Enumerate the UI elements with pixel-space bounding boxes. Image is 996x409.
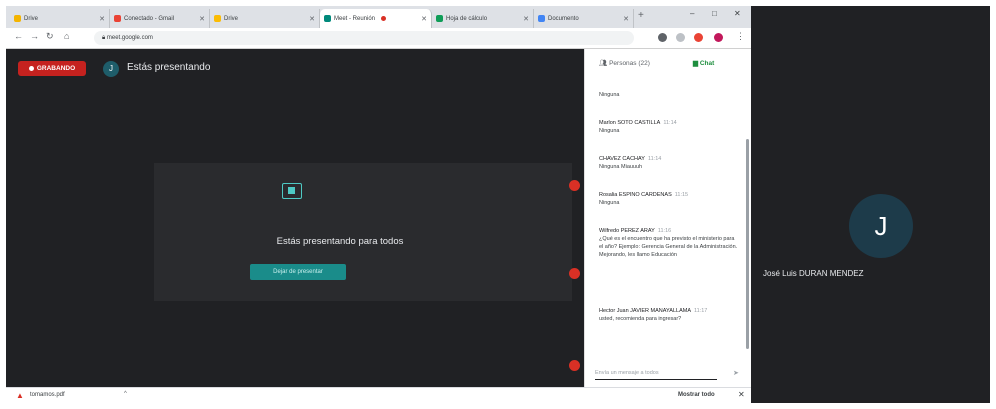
message-time: 11:16 [657,228,672,234]
notification-dot-icon [569,180,580,191]
chat-message: Marlon SOTO CASTILLA 11:14 Ninguna [599,119,739,135]
message-text: ¿Qué es el encuentro que ha previsto el … [599,236,738,258]
toolbar: ← → ↻ ⌂ 🔒︎ meet.google.com ⋮ [6,28,751,49]
message-time: 11:14 [663,120,677,126]
message-text: Ninguna [599,92,620,98]
menu-icon[interactable]: ⋮ [736,31,745,42]
tab-favicon-icon [114,15,121,22]
tab-meet-active[interactable]: Meet - Reunión ✕ [320,9,432,28]
chat-message: Hector Juan JAVIER MANAYALLAMA 11:17 uste… [599,307,739,323]
address-bar[interactable]: 🔒︎ meet.google.com [94,31,634,45]
tab-close-icon[interactable]: ✕ [523,15,529,23]
chat-message: Rosalia ESPINO CARDENAS 11:15 Ninguna [599,191,739,207]
send-icon[interactable]: ➤ [733,369,739,377]
tab-1[interactable]: Drive ✕ [10,9,110,28]
url-text: meet.google.com [106,35,153,41]
presenting-label: Estás presentando [127,62,211,73]
participant-avatar: J [849,194,913,258]
message-time: 11:14 [647,156,662,162]
extension-icon[interactable] [694,33,703,42]
pdf-file-icon: ▲ [16,391,24,400]
minimize-button[interactable]: – [690,9,694,18]
download-bar: ▲ tomamos.pdf ^ Mostrar todo ✕ [6,387,751,403]
tab-favicon-icon [324,15,331,22]
participant-name: José Luis DURAN MENDEZ [763,269,864,278]
tab-label: Hoja de cálculo [446,15,488,22]
tab-favicon-icon [14,15,21,22]
tab-close-icon[interactable]: ✕ [421,15,427,23]
tab-label: Drive [24,15,39,22]
back-icon[interactable]: ← [14,31,23,41]
download-file-name[interactable]: tomamos.pdf [30,392,65,398]
recording-label: GRABANDO [36,65,76,72]
present-screen-icon [282,183,302,199]
tab-strip: Drive ✕ Conectado - Gmail ✕ Drive ✕ Meet… [6,6,751,28]
new-tab-button[interactable]: + [638,10,644,21]
tab-close-icon[interactable]: ✕ [199,15,205,23]
chat-message: Wilfredo PEREZ ARAY 11:16 ¿Qué es el encu… [599,227,739,259]
browser-window: Drive ✕ Conectado - Gmail ✕ Drive ✕ Meet… [6,6,752,403]
lock-icon: 🔒︎ [102,35,106,41]
notification-dot-icon [569,268,580,279]
presenting-message: Estás presentando para todos [276,236,404,247]
tab-label: Conectado - Gmail [124,15,175,22]
screen-frame: Drive ✕ Conectado - Gmail ✕ Drive ✕ Meet… [6,6,990,403]
recording-badge: GRABANDO [18,61,86,76]
chat-icon: ▆ [693,60,698,67]
message-sender: Rosalia ESPINO CARDENAS [599,192,672,198]
tab-5[interactable]: Hoja de cálculo ✕ [432,9,534,28]
presenter-avatar: J [103,61,119,77]
tab-close-icon[interactable]: ✕ [309,15,315,23]
tab-close-icon[interactable]: ✕ [99,15,105,23]
chat-tab-label: Chat [699,60,715,67]
message-text: Ninguna [599,200,620,206]
message-sender: Wilfredo PEREZ ARAY [599,228,655,234]
presentation-stage: Estás presentando para todos Dejar de pr… [154,163,572,301]
message-time: 11:15 [674,192,689,198]
tab-favicon-icon [214,15,221,22]
home-icon[interactable]: ⌂ [64,31,69,41]
message-time: 11:17 [694,308,708,314]
chat-message: Ninguna [599,91,739,99]
reload-icon[interactable]: ↻ [46,31,54,42]
message-text: Ninguna Miauuuh [599,164,643,170]
extension-icon[interactable] [676,33,685,42]
message-text: Ninguna [599,128,620,134]
chat-input[interactable]: Envía un mensaje a todos [595,367,717,380]
tab-chat[interactable]: ▆ Chat [693,59,714,67]
tab-label: Drive [224,15,239,22]
close-download-bar-button[interactable]: ✕ [738,390,745,399]
tab-2[interactable]: Conectado - Gmail ✕ [110,9,210,28]
show-all-button[interactable]: Mostrar todo [678,392,715,398]
tab-close-icon[interactable]: ✕ [623,15,629,23]
people-icon: 👥︎ [599,60,608,67]
people-tab-label: Personas (22) [609,60,650,67]
message-sender: Hector Juan JAVIER MANAYALLAMA [599,308,692,314]
maximize-button[interactable]: □ [712,9,717,18]
message-sender: Marlon SOTO CASTILLA [599,120,661,126]
close-window-button[interactable]: ✕ [734,9,741,18]
chat-panel: 👥︎ Personas (22) ▆ Chat Ninguna Marlon S… [584,49,752,387]
tab-label: Meet - Reunión [334,15,376,22]
tab-6[interactable]: Documento ✕ [534,9,634,28]
chat-scrollbar[interactable] [746,139,749,349]
tab-3[interactable]: Drive ✕ [210,9,320,28]
message-text: usted, recomienda para ingresar? [599,316,682,322]
participant-tile: J José Luis DURAN MENDEZ [751,6,990,403]
tab-label: Documento [548,15,579,22]
tab-people[interactable]: 👥︎ Personas (22) [599,59,650,67]
record-dot-icon [28,65,34,71]
chat-message: CHAVEZ CACHAY 11:14 Ninguna Miauuuh [599,155,739,171]
chevron-up-icon[interactable]: ^ [124,391,127,397]
tab-favicon-icon [538,15,545,22]
message-sender: CHAVEZ CACHAY [599,156,645,162]
notification-dot-icon [569,360,580,371]
profile-avatar-icon[interactable] [714,33,723,42]
extension-icon[interactable] [658,33,667,42]
stop-presenting-button[interactable]: Dejar de presentar [250,264,346,280]
tab-favicon-icon [436,15,443,22]
forward-icon[interactable]: → [30,31,39,41]
recording-dot-icon [381,16,387,21]
